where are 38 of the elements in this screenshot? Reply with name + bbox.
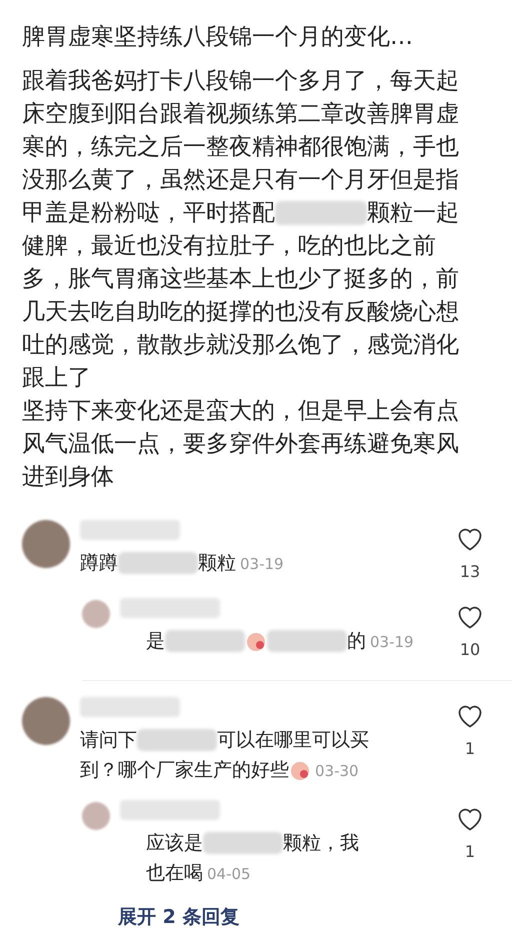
comment-text: 请问下 [80,728,137,750]
post-text: 寒的，练完之后一整夜精神都很饱满，手也 [22,134,459,160]
comment-date: 04-05 [207,864,251,882]
expand-replies-link[interactable]: 展开 2 条回复 [118,902,490,931]
post-title: 脾胃虚寒坚持练八段锦一个月的变化… [22,23,414,52]
post-text: 跟着我爸妈打卡八段锦一个多月了，每天起 [22,68,459,94]
comment-text: 可以在哪里可以买 [217,728,369,750]
comment-date: 03-19 [370,632,414,650]
comment-text: 到？哪个厂家生产的好些 [80,758,289,780]
post-text: 床空腹到阳台跟着视频练第二章改善脾胃虚 [22,100,459,126]
avatar[interactable] [22,696,70,744]
post-text: 颗粒一起 [367,200,459,226]
like-count: 10 [460,638,480,660]
post-text: 健脾，最近也没有拉肚子，吃的也比之前 [22,232,436,258]
post-text: 吐的感觉，散散步就没那么饱了，感觉消化 [22,332,459,358]
emoji-icon [289,759,311,782]
comment-text: 的 [347,630,366,652]
comment-text: 应该是 [146,832,203,854]
like-count: 1 [464,840,476,862]
comment-text: 是 [146,630,165,652]
post-text: 几天去吃自助吃的挺撑的也没有反酸烧心想 [22,298,459,324]
avatar[interactable] [22,520,70,568]
comment-text: 蹲蹲 [80,552,118,574]
comment-date: 03-30 [315,762,359,780]
post-text: 风气温低一点，要多穿件外套再练避免寒风 [22,430,459,456]
post-text: 多，胀气胃痛这些基本上也少了挺多的，前 [22,266,459,292]
post-text: 没那么黄了，虽然还是只有一个月牙但是指 [22,166,459,192]
post-text: 进到身体 [22,464,114,490]
comment-text: 颗粒，我 [283,832,359,854]
comment-text: 颗粒 [198,552,236,574]
post-text: 坚持下来变化还是蛮大的，但是早上会有点 [22,398,459,424]
comment-text: 也在喝 [146,862,203,884]
comment-date: 03-19 [240,554,284,572]
post-text: 跟上了 [22,364,91,390]
post-text: 甲盖是粉粉哒，平时搭配 [22,200,275,226]
emoji-icon [245,630,267,652]
like-count: 13 [460,560,480,582]
like-count: 1 [464,738,476,760]
